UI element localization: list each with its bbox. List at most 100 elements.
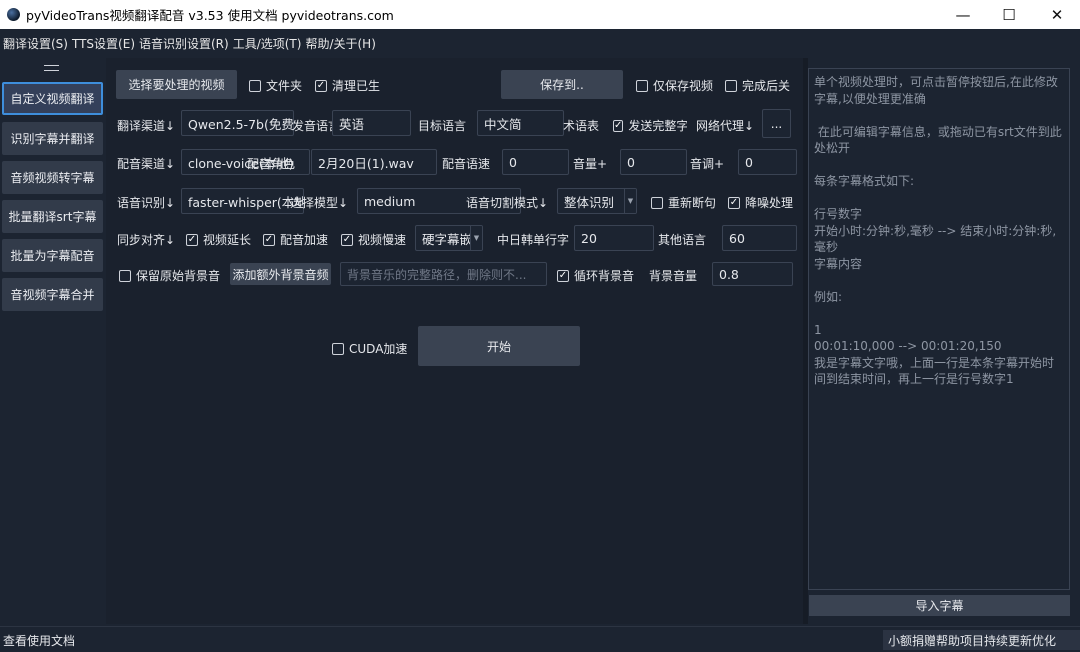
- subtitle-mode-value: 硬字幕嵌: [422, 231, 473, 247]
- sidebar-item-av-to-subtitle[interactable]: 音频视频转字幕: [2, 161, 103, 194]
- subtitle-mode-select[interactable]: 硬字幕嵌 ▼: [415, 225, 483, 251]
- keep-original-bg-label: 保留原始背景音: [136, 269, 221, 283]
- checkbox-checked-icon: ✓: [186, 233, 198, 246]
- cuda-checkbox[interactable]: CUDA加速: [332, 340, 407, 357]
- folder-checkbox[interactable]: 文件夹: [249, 77, 302, 94]
- import-subtitle-button[interactable]: 导入字幕: [809, 595, 1070, 616]
- model-value: medium: [364, 193, 416, 209]
- view-docs-link[interactable]: 查看使用文档: [3, 632, 75, 649]
- select-video-button[interactable]: 选择要处理的视频: [116, 70, 237, 99]
- dub-channel-label[interactable]: 配音渠道↓: [117, 155, 175, 172]
- cjk-line-chars-input[interactable]: 20: [574, 225, 654, 251]
- clean-generated-checkbox[interactable]: ✓ 清理已生: [315, 77, 380, 94]
- checkbox-checked-icon: ✓: [613, 119, 624, 132]
- source-language-value: 英语: [339, 116, 365, 132]
- volume-label: 音量+: [573, 157, 608, 171]
- minimize-button[interactable]: —: [940, 0, 986, 29]
- checkbox-icon: [725, 79, 737, 92]
- glossary-label[interactable]: 术语表: [563, 117, 599, 134]
- sidebar-item-batch-dubbing[interactable]: 批量为字幕配音: [2, 239, 103, 272]
- translate-channel-value: Qwen2.5-7b(免费): [188, 116, 294, 132]
- clean-label: 清理已生: [332, 79, 381, 93]
- other-lang-chars-input[interactable]: 60: [722, 225, 797, 251]
- resplit-label: 重新断句: [668, 196, 717, 210]
- source-language-select[interactable]: 英语: [332, 110, 411, 136]
- denoise-checkbox[interactable]: ✓ 降噪处理: [728, 194, 793, 211]
- menu-help-about[interactable]: 帮助/关于(H): [305, 35, 375, 52]
- close-button[interactable]: ✕: [1034, 0, 1080, 29]
- chevron-down-icon: ▼: [470, 226, 482, 250]
- pitch-label: 音调+: [690, 157, 725, 171]
- split-mode-label[interactable]: 语音切割模式↓: [466, 194, 548, 211]
- video-slowdown-label: 视频慢速: [358, 233, 407, 247]
- title-bar: pyVideoTrans视频翻译配音 v3.53 使用文档 pyvideotra…: [0, 0, 1080, 29]
- sidebar-item-recognize-translate[interactable]: 识别字幕并翻译: [2, 122, 103, 155]
- loop-bg-checkbox[interactable]: ✓ 循环背景音: [557, 267, 634, 284]
- maximize-button[interactable]: ☐: [986, 0, 1032, 29]
- window-title: pyVideoTrans视频翻译配音 v3.53 使用文档 pyvideotra…: [26, 8, 394, 23]
- checkbox-icon: [651, 196, 663, 209]
- menu-bar: 翻译设置(S) TTS设置(E) 语音识别设置(R) 工具/选项(T) 帮助/关…: [0, 29, 1080, 58]
- video-slowdown-checkbox[interactable]: ✓ 视频慢速: [341, 231, 406, 248]
- only-save-video-checkbox[interactable]: 仅保存视频: [636, 77, 713, 94]
- volume-input[interactable]: 0: [620, 149, 687, 175]
- menu-tts-settings[interactable]: TTS设置(E): [72, 35, 135, 52]
- sidebar-item-batch-translate-srt[interactable]: 批量翻译srt字幕: [2, 200, 103, 233]
- dub-speed-input[interactable]: 0: [502, 149, 569, 175]
- save-to-button[interactable]: 保存到..: [501, 70, 623, 99]
- resplit-checkbox[interactable]: 重新断句: [651, 194, 716, 211]
- only-save-video-label: 仅保存视频: [653, 79, 714, 93]
- asr-label[interactable]: 语音识别↓: [117, 194, 175, 211]
- folder-label: 文件夹: [266, 79, 303, 93]
- bg-volume-input[interactable]: 0.8: [712, 262, 793, 286]
- status-bar: 查看使用文档 小额捐赠帮助项目持续更新优化: [0, 626, 1080, 652]
- translate-channel-label[interactable]: 翻译渠道↓: [117, 117, 175, 134]
- checkbox-checked-icon: ✓: [315, 79, 327, 92]
- checkbox-checked-icon: ✓: [728, 196, 740, 209]
- checkbox-checked-icon: ✓: [341, 233, 353, 246]
- menu-asr-settings[interactable]: 语音识别设置(R): [139, 35, 229, 52]
- translate-channel-select[interactable]: Qwen2.5-7b(免费): [181, 110, 294, 136]
- dub-speedup-checkbox[interactable]: ✓ 配音加速: [263, 231, 328, 248]
- voice-role-label: 配音角色: [247, 157, 296, 171]
- extend-video-checkbox[interactable]: ✓ 视频延长: [186, 231, 251, 248]
- voice-role-value: 2月20日(1).wav: [318, 155, 414, 171]
- pitch-input[interactable]: 0: [738, 149, 797, 175]
- shutdown-label: 完成后关: [742, 79, 791, 93]
- sidebar-item-av-subtitle-merge[interactable]: 音视频字幕合并: [2, 278, 103, 311]
- split-mode-select[interactable]: 整体识别 ▼: [557, 188, 637, 214]
- chevron-down-icon: ▼: [624, 189, 636, 213]
- send-full-subtitle-checkbox[interactable]: ✓ 发送完整字: [613, 117, 687, 134]
- checkbox-checked-icon: ✓: [557, 269, 569, 282]
- proxy-more-button[interactable]: ...: [762, 109, 791, 138]
- send-full-label: 发送完整字: [628, 119, 687, 133]
- sidebar-item-custom-video-translate[interactable]: 自定义视频翻译: [2, 82, 103, 115]
- bg-audio-path-input[interactable]: 背景音乐的完整路径，删除则不...: [340, 262, 547, 286]
- model-label[interactable]: 选择模型↓: [290, 194, 348, 211]
- shutdown-after-checkbox[interactable]: 完成后关: [725, 77, 795, 94]
- asr-select[interactable]: faster-whisper(本地): [181, 188, 304, 214]
- network-proxy-label[interactable]: 网络代理↓: [696, 117, 754, 134]
- start-button[interactable]: 开始: [418, 326, 580, 366]
- split-mode-value: 整体识别: [564, 194, 615, 210]
- cuda-label: CUDA加速: [349, 342, 408, 356]
- target-language-select[interactable]: 中文简: [477, 110, 564, 136]
- menu-tools-options[interactable]: 工具/选项(T): [233, 35, 302, 52]
- sidebar: 自定义视频翻译 识别字幕并翻译 音频视频转字幕 批量翻译srt字幕 批量为字幕配…: [0, 58, 106, 624]
- dub-speed-label: 配音语速: [442, 157, 491, 171]
- align-label[interactable]: 同步对齐↓: [117, 231, 175, 248]
- subtitle-editor[interactable]: 单个视频处理时，可点击暂停按钮后,在此修改字幕,以便处理更准确 在此可编辑字幕信…: [808, 68, 1070, 590]
- extend-video-label: 视频延长: [203, 233, 252, 247]
- cjk-line-chars-label: 中日韩单行字: [497, 233, 570, 247]
- checkbox-icon: [636, 79, 648, 92]
- denoise-label: 降噪处理: [745, 196, 794, 210]
- app-logo-icon: [7, 8, 20, 21]
- add-bg-audio-button[interactable]: 添加额外背景音频: [230, 263, 331, 285]
- donate-button[interactable]: 小额捐赠帮助项目持续更新优化: [882, 630, 1080, 650]
- sidebar-collapse-handle-icon[interactable]: [44, 65, 59, 71]
- target-language-value: 中文简: [484, 116, 522, 132]
- other-lang-chars-label: 其他语言: [658, 233, 707, 247]
- keep-original-bg-checkbox[interactable]: 保留原始背景音: [119, 267, 220, 284]
- voice-role-select[interactable]: 2月20日(1).wav: [311, 149, 437, 175]
- menu-translate-settings[interactable]: 翻译设置(S): [3, 35, 68, 52]
